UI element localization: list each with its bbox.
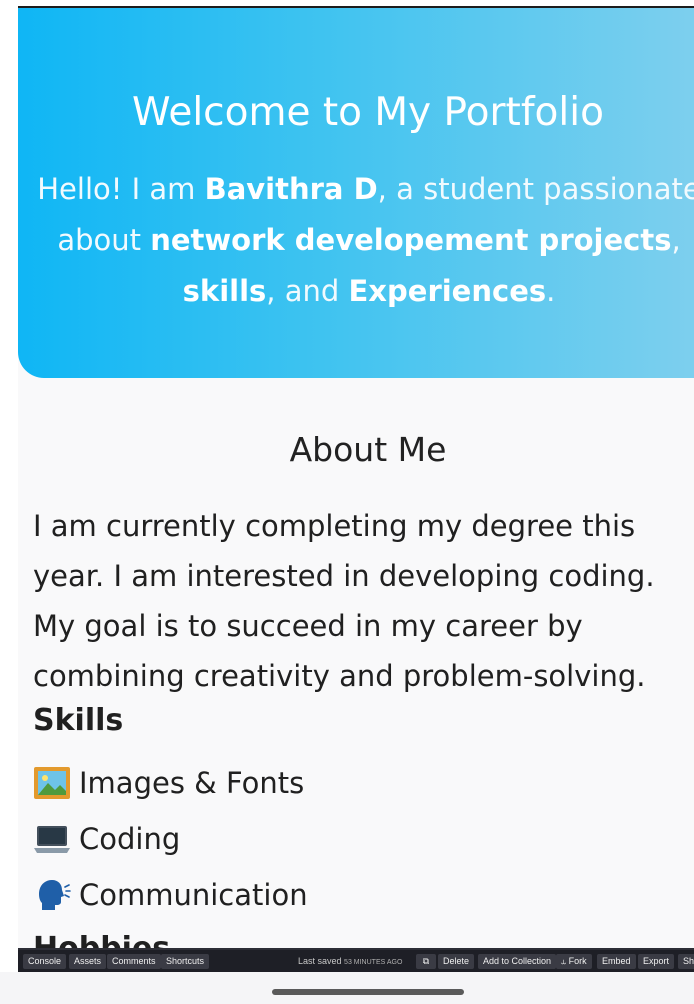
last-saved-time: 53 MINUTES AGO — [344, 959, 403, 966]
about-paragraph: I am currently completing my degree this… — [33, 501, 693, 701]
external-link-icon: ⧉ — [422, 956, 430, 966]
shortcuts-button[interactable]: Shortcuts — [161, 954, 210, 969]
last-saved-status: Last saved 53 MINUTES AGO — [298, 954, 402, 970]
intro-text: , and — [266, 274, 349, 308]
assets-button[interactable]: Assets — [69, 954, 107, 969]
system-nav-area — [0, 972, 694, 1004]
intro-name: Bavithra D — [204, 172, 378, 206]
framed-picture-icon — [33, 766, 71, 800]
about-line: combining creativity and problem-solving… — [33, 659, 646, 693]
intro-text: , — [671, 223, 681, 257]
skill-item-images-fonts: Images & Fonts — [33, 766, 304, 800]
fork-label: Fork — [568, 956, 587, 966]
skill-label: Communication — [79, 878, 308, 912]
export-button[interactable]: Export — [638, 954, 675, 969]
about-line: I am currently completing my degree this — [33, 509, 636, 543]
skills-title: Skills — [33, 703, 124, 738]
intro-text: about — [57, 223, 151, 257]
last-saved-label: Last saved — [298, 956, 342, 966]
skill-item-communication: Communication — [33, 878, 308, 912]
intro-text: , a student passionate — [377, 172, 694, 206]
about-line: year. I am interested in developing codi… — [33, 559, 655, 593]
comments-button[interactable]: Comments — [107, 954, 161, 969]
intro-skills: skills — [182, 274, 267, 308]
about-section: About Me I am currently completing my de… — [18, 378, 694, 950]
add-to-collection-button[interactable]: Add to Collection — [478, 954, 557, 969]
home-indicator[interactable] — [272, 989, 464, 995]
intro-text: . — [546, 274, 556, 308]
about-title: About Me — [289, 430, 447, 469]
intro-text: Hello! I am — [37, 172, 205, 206]
hero-intro: Hello! I am Bavithra D, a student passio… — [24, 164, 694, 317]
open-external-button[interactable]: ⧉ — [416, 954, 436, 969]
intro-projects: network developement projects — [150, 223, 672, 257]
console-button[interactable]: Console — [23, 954, 67, 969]
editor-toolbar: Console Assets Comments Shortcuts Last s… — [18, 948, 694, 974]
about-line: My goal is to succeed in my career by — [33, 609, 583, 643]
fork-icon: ⥿ — [561, 956, 567, 966]
share-button[interactable]: Share — [678, 954, 694, 969]
hero-header: Welcome to My Portfolio Hello! I am Bavi… — [18, 8, 694, 378]
intro-experiences: Experiences — [348, 274, 547, 308]
skill-label: Images & Fonts — [79, 766, 305, 800]
embed-button[interactable]: Embed — [597, 954, 636, 969]
left-margin — [0, 0, 18, 1004]
skill-label: Coding — [79, 822, 181, 856]
speaking-head-icon — [33, 878, 71, 912]
skill-item-coding: Coding — [33, 822, 180, 856]
fork-button[interactable]: ⥿ Fork — [556, 954, 592, 969]
laptop-icon — [33, 822, 71, 856]
hero-title: Welcome to My Portfolio — [132, 90, 604, 135]
delete-button[interactable]: Delete — [438, 954, 475, 969]
screen: Welcome to My Portfolio Hello! I am Bavi… — [0, 0, 694, 1004]
